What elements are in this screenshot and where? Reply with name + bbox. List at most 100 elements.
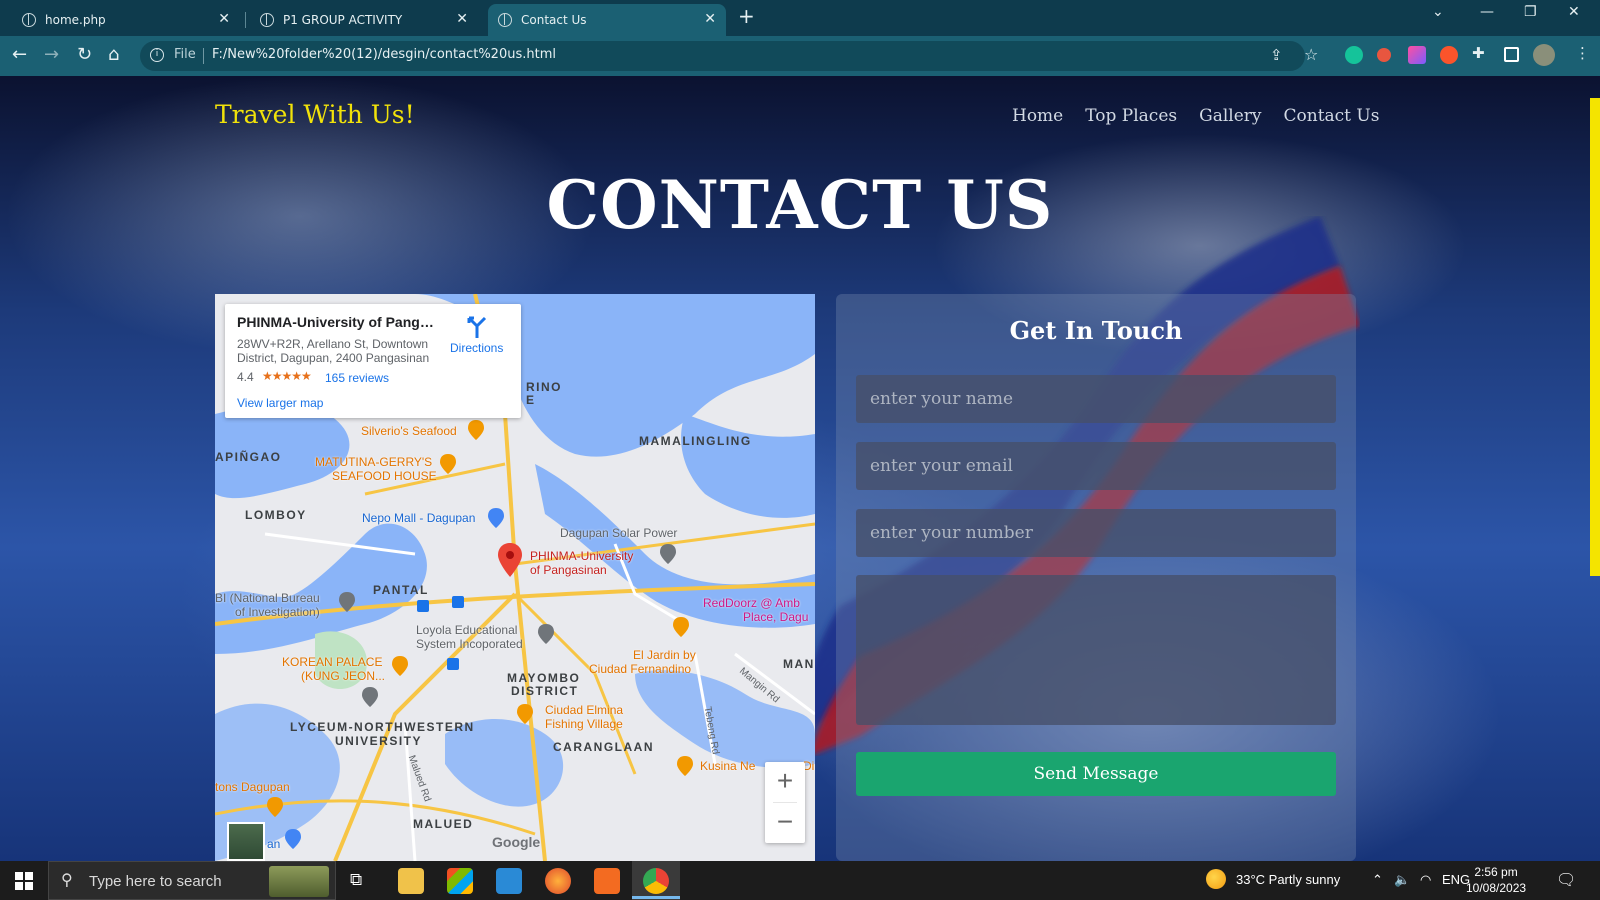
embedded-map[interactable]: Silverio's Seafood MATUTINA-GERRY'S SEAF… [215, 294, 815, 861]
address-bar[interactable]: i File F:/New%20folder%20(12)/desgin/con… [140, 41, 1318, 71]
extension-icon[interactable] [1377, 48, 1391, 62]
volume-icon[interactable]: 🔈 [1394, 872, 1410, 888]
map-label[interactable]: Silverio's Seafood [361, 425, 457, 438]
map-label[interactable]: MATUTINA-GERRY'S [315, 456, 432, 469]
cafe-marker-icon[interactable] [267, 797, 283, 817]
restaurant-marker-icon[interactable] [468, 420, 484, 440]
bus-stop-icon[interactable] [452, 596, 464, 608]
site-info-icon[interactable]: i [150, 48, 164, 62]
restaurant-marker-icon[interactable] [392, 656, 408, 676]
back-icon[interactable]: ← [12, 44, 27, 65]
minimize-icon[interactable]: — [1480, 4, 1494, 20]
windows-start-icon[interactable] [15, 872, 33, 890]
weather-text[interactable]: 33°C Partly sunny [1236, 872, 1340, 887]
tab-search-icon[interactable]: ⌄ [1432, 4, 1444, 20]
close-tab-icon[interactable]: ✕ [218, 11, 230, 27]
side-panel-icon[interactable] [1504, 47, 1519, 62]
directions-icon[interactable] [465, 316, 489, 338]
government-marker-icon[interactable] [339, 592, 355, 612]
number-input[interactable] [856, 509, 1336, 557]
map-label[interactable]: Fishing Village [545, 718, 623, 731]
restore-icon[interactable]: ❐ [1524, 4, 1537, 20]
extension-icon[interactable] [1408, 46, 1426, 64]
map-label[interactable]: tons Dagupan [215, 781, 290, 794]
message-textarea[interactable] [856, 575, 1336, 725]
task-view-icon[interactable]: ⧉ [350, 870, 362, 890]
map-label[interactable]: KOREAN PALACE [282, 656, 382, 669]
menu-kebab-icon[interactable]: ⋮ [1575, 44, 1590, 62]
restaurant-marker-icon[interactable] [677, 756, 693, 776]
map-label[interactable]: Loyola Educational [416, 624, 517, 637]
view-larger-map-link[interactable]: View larger map [237, 396, 323, 410]
map-label[interactable]: Kusina Ne [700, 760, 755, 773]
bookmark-star-icon[interactable]: ☆ [1304, 45, 1318, 64]
close-tab-icon[interactable]: ✕ [456, 11, 468, 27]
map-label[interactable]: RedDoorz @ Amb [703, 597, 800, 610]
new-tab-icon[interactable]: + [738, 4, 755, 28]
map-label[interactable]: BI (National Bureau [215, 592, 320, 605]
reviews-link[interactable]: 165 reviews [325, 371, 389, 385]
map-label[interactable]: System Incoporated [416, 638, 523, 651]
map-label[interactable]: of Pangasinan [530, 564, 607, 577]
map-label[interactable]: Ciudad Elmina [545, 704, 623, 717]
zoom-out-button[interactable]: − [765, 803, 805, 843]
bus-stop-icon[interactable] [417, 600, 429, 612]
map-label[interactable]: Dagupan Solar Power [560, 527, 677, 540]
site-brand[interactable]: Travel With Us! [215, 100, 415, 129]
share-icon[interactable]: ⇪ [1270, 46, 1283, 64]
extensions-puzzle-icon[interactable]: ✚ [1472, 44, 1485, 62]
map-label[interactable]: Nepo Mall - Dagupan [362, 512, 475, 525]
close-tab-icon[interactable]: ✕ [704, 11, 716, 27]
location-pin-icon[interactable] [498, 543, 522, 577]
weather-sun-icon[interactable] [1206, 869, 1226, 889]
school-marker-icon[interactable] [362, 687, 378, 707]
microsoft-store-icon[interactable] [447, 868, 473, 894]
wifi-icon[interactable]: ◠ [1420, 872, 1431, 888]
bus-stop-icon[interactable] [447, 658, 459, 670]
url-text[interactable]: F:/New%20folder%20(12)/desgin/contact%20… [212, 47, 556, 62]
directions-link[interactable]: Directions [450, 341, 503, 355]
clock[interactable]: 2:56 pm 10/08/2023 [1466, 864, 1526, 896]
map-label[interactable]: (KUNG JEON... [301, 670, 385, 683]
profile-avatar[interactable] [1533, 44, 1555, 66]
map-label[interactable]: an [267, 838, 280, 851]
show-hidden-icons-icon[interactable]: ⌃ [1372, 872, 1383, 888]
brave-extension-icon[interactable] [1440, 46, 1458, 64]
mail-icon[interactable] [496, 868, 522, 894]
firefox-icon[interactable] [545, 868, 571, 894]
nav-gallery-link[interactable]: Gallery [1199, 106, 1261, 126]
email-input[interactable] [856, 442, 1336, 490]
tab-home[interactable]: home.php ✕ [12, 4, 240, 36]
school-marker-icon[interactable] [538, 624, 554, 644]
xampp-icon[interactable] [594, 868, 620, 894]
reload-icon[interactable]: ↻ [77, 44, 92, 65]
nav-top-places-link[interactable]: Top Places [1085, 106, 1177, 126]
map-label[interactable]: SEAFOOD HOUSE [332, 470, 437, 483]
send-message-button[interactable]: Send Message [856, 752, 1336, 796]
restaurant-marker-icon[interactable] [517, 704, 533, 724]
map-label[interactable]: Place, Dagu [743, 611, 808, 624]
notifications-icon[interactable]: 🗨 [1556, 870, 1576, 890]
taskbar-search[interactable]: ⚲ Type here to search [48, 861, 336, 900]
map-label[interactable]: of Investigation) [235, 606, 320, 619]
chrome-icon[interactable] [643, 868, 669, 894]
nav-home-link[interactable]: Home [1012, 106, 1063, 126]
home-icon[interactable]: ⌂ [108, 44, 119, 65]
grammarly-extension-icon[interactable] [1345, 46, 1363, 64]
restaurant-marker-icon[interactable] [440, 454, 456, 474]
close-window-icon[interactable]: ✕ [1568, 4, 1580, 20]
street-view-thumbnail[interactable] [227, 822, 265, 861]
shopping-marker-icon[interactable] [488, 508, 504, 528]
map-label[interactable]: Ciudad Fernandino [589, 663, 691, 676]
map-label[interactable]: PHINMA-University [530, 550, 633, 563]
map-label[interactable]: El Jardin by [633, 649, 696, 662]
file-explorer-icon[interactable] [398, 868, 424, 894]
shopping-marker-icon[interactable] [285, 829, 301, 849]
name-input[interactable] [856, 375, 1336, 423]
nav-contact-link[interactable]: Contact Us [1284, 106, 1380, 126]
hotel-marker-icon[interactable] [673, 617, 689, 637]
place-marker-icon[interactable] [660, 544, 676, 564]
zoom-in-button[interactable]: + [765, 762, 805, 802]
forward-icon[interactable]: → [44, 44, 59, 65]
tab-group-activity[interactable]: P1 GROUP ACTIVITY ✕ [250, 4, 478, 36]
